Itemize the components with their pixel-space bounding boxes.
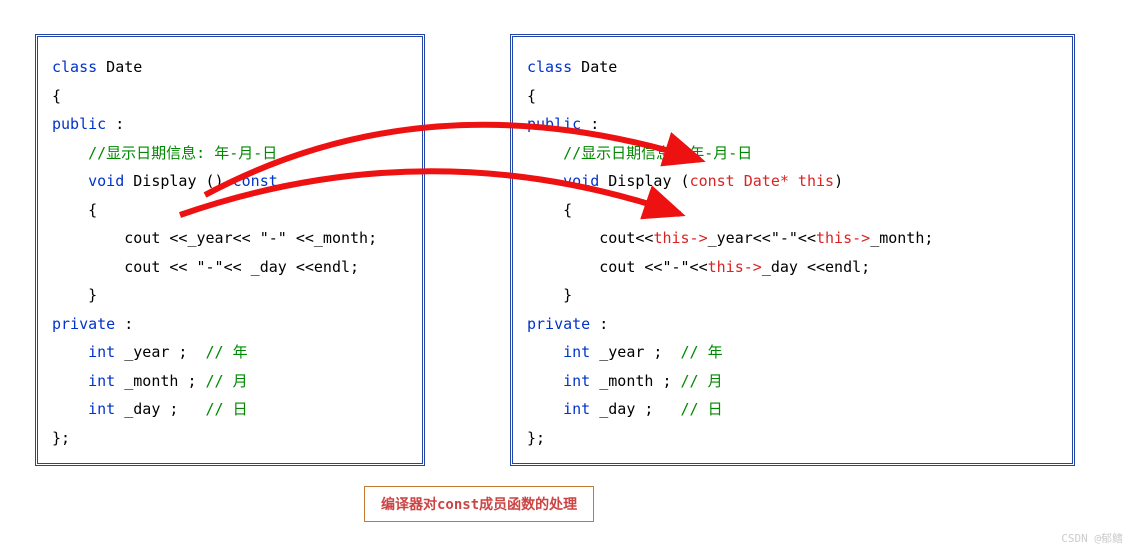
keyword: int [563, 372, 590, 390]
code-line: public : [527, 110, 1058, 139]
code-text: _month ; [590, 372, 680, 390]
keyword: int [563, 343, 590, 361]
keyword: private [527, 315, 590, 333]
code-text: _month ; [115, 372, 205, 390]
code-line: int _month ; // 月 [527, 367, 1058, 396]
comment: // 年 [206, 343, 248, 361]
keyword: public [527, 115, 581, 133]
code-line: int _year ; // 年 [52, 338, 408, 367]
code-text: } [88, 286, 97, 304]
keyword: void [563, 172, 599, 190]
comment: // 月 [681, 372, 723, 390]
code-panel-left: class Date { public : //显示日期信息: 年-月-日 vo… [35, 34, 425, 466]
code-line: int _day ; // 日 [52, 395, 408, 424]
code-line: void Display () const [52, 167, 408, 196]
code-line: void Display (const Date* this) [527, 167, 1058, 196]
code-text: _day ; [590, 400, 680, 418]
code-line: }; [52, 424, 408, 453]
code-text: Date [572, 58, 617, 76]
keyword: class [527, 58, 572, 76]
comment: //显示日期信息: 年-月-日 [88, 144, 277, 162]
code-text: : [106, 115, 124, 133]
highlight: this-> [708, 258, 762, 276]
watermark: CSDN @郁鳍 [1061, 530, 1123, 546]
code-text: Display ( [599, 172, 689, 190]
highlight: this-> [816, 229, 870, 247]
code-text: { [88, 201, 97, 219]
code-text: cout<< [599, 229, 653, 247]
code-panel-right: class Date { public : //显示日期信息: 年-月-日 vo… [510, 34, 1075, 466]
code-text: : [115, 315, 133, 333]
code-line: //显示日期信息: 年-月-日 [52, 139, 408, 168]
code-line: public : [52, 110, 408, 139]
code-line: }; [527, 424, 1058, 453]
code-line: cout<<this->_year<<"-"<<this->_month; [527, 224, 1058, 253]
keyword: const [233, 172, 278, 190]
code-line: { [527, 82, 1058, 111]
highlight: this-> [653, 229, 707, 247]
code-line: int _day ; // 日 [527, 395, 1058, 424]
comment: // 日 [681, 400, 723, 418]
code-text: _year<<"-"<< [708, 229, 816, 247]
code-line: cout <<_year<< "-" <<_month; [52, 224, 408, 253]
code-text: ) [834, 172, 843, 190]
keyword: int [563, 400, 590, 418]
caption-box: 编译器对const成员函数的处理 [364, 486, 594, 522]
code-text: cout <<"-"<< [599, 258, 707, 276]
code-line: private : [527, 310, 1058, 339]
keyword: int [88, 400, 115, 418]
comment: //显示日期信息: 年-月-日 [563, 144, 752, 162]
code-line: private : [52, 310, 408, 339]
code-line: int _year ; // 年 [527, 338, 1058, 367]
code-line: } [52, 281, 408, 310]
caption-text: 编译器对const成员函数的处理 [381, 497, 577, 513]
code-text: _year ; [590, 343, 680, 361]
comment: // 月 [206, 372, 248, 390]
code-text: cout <<_year<< "-" <<_month; [124, 229, 377, 247]
keyword: int [88, 343, 115, 361]
code-text: Date [97, 58, 142, 76]
code-line: { [52, 196, 408, 225]
code-text: { [563, 201, 572, 219]
code-line: cout <<"-"<<this->_day <<endl; [527, 253, 1058, 282]
keyword: class [52, 58, 97, 76]
code-line: class Date [527, 53, 1058, 82]
code-text: _day ; [115, 400, 205, 418]
code-text: : [581, 115, 599, 133]
code-line: cout << "-"<< _day <<endl; [52, 253, 408, 282]
keyword: void [88, 172, 124, 190]
code-text: Display () [124, 172, 232, 190]
code-line: { [52, 82, 408, 111]
comment: // 日 [206, 400, 248, 418]
code-line: //显示日期信息: 年-月-日 [527, 139, 1058, 168]
keyword: int [88, 372, 115, 390]
code-text: _month; [870, 229, 933, 247]
code-text: } [563, 286, 572, 304]
highlight: const Date* this [690, 172, 835, 190]
code-text: _day <<endl; [762, 258, 870, 276]
code-line: class Date [52, 53, 408, 82]
code-line: int _month ; // 月 [52, 367, 408, 396]
keyword: public [52, 115, 106, 133]
code-text: _year ; [115, 343, 205, 361]
comment: // 年 [681, 343, 723, 361]
code-text: : [590, 315, 608, 333]
code-line: } [527, 281, 1058, 310]
code-text: cout << "-"<< _day <<endl; [124, 258, 359, 276]
keyword: private [52, 315, 115, 333]
code-line: { [527, 196, 1058, 225]
